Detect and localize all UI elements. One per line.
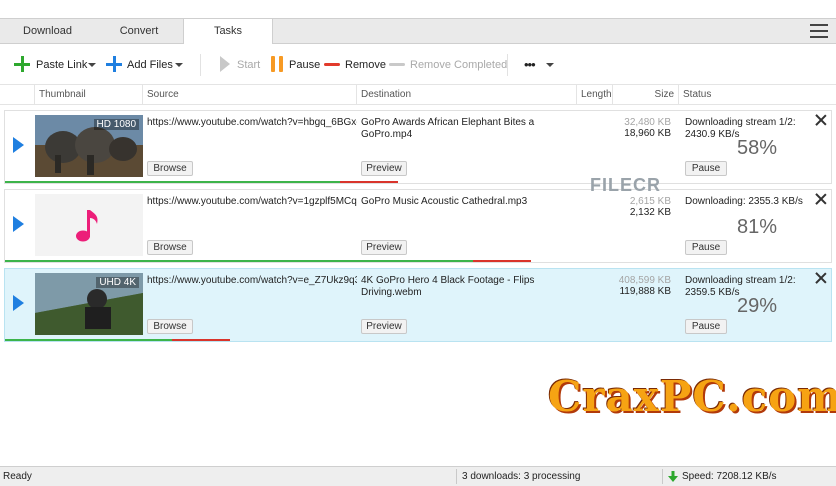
progress-bar <box>5 339 230 341</box>
video-thumbnail: UHD 4K <box>35 273 143 335</box>
tab-tasks[interactable]: Tasks <box>183 19 273 44</box>
status-ready: Ready <box>3 471 32 482</box>
size-total: 408,599 KB <box>618 275 671 286</box>
column-source[interactable]: Source <box>142 85 356 104</box>
play-task-icon[interactable] <box>13 137 24 153</box>
add-green-icon <box>14 56 30 72</box>
filecr-watermark: FILECR <box>590 175 661 195</box>
remove-icon <box>324 63 340 66</box>
task-status: Downloading: 2355.3 KB/s <box>685 196 803 207</box>
task-pause-button[interactable]: Pause <box>685 161 727 176</box>
column-size[interactable]: Size <box>612 85 678 104</box>
size-downloaded: 18,960 KB <box>624 128 671 139</box>
column-length[interactable]: Length <box>576 85 612 104</box>
close-icon[interactable] <box>815 272 827 284</box>
task-percent: 29% <box>737 295 778 317</box>
add-files-button[interactable]: Add Files <box>127 57 173 73</box>
download-speed-icon <box>668 471 678 482</box>
preview-button[interactable]: Preview <box>361 161 407 176</box>
task-row[interactable]: UHD 4K https://www.youtube.com/watch?v=e… <box>4 268 832 342</box>
status-divider <box>456 469 457 484</box>
task-row[interactable]: HD 1080 https://www.youtube.com/watch?v=… <box>4 110 832 184</box>
browse-button[interactable]: Browse <box>147 319 193 334</box>
start-button[interactable]: Start <box>237 57 260 73</box>
tab-convert[interactable]: Convert <box>95 19 183 43</box>
quality-badge: UHD 4K <box>96 277 139 288</box>
task-destination: 4K GoPro Hero 4 Black Footage - Flips Dr… <box>361 275 535 298</box>
task-pause-button[interactable]: Pause <box>685 319 727 334</box>
close-icon[interactable] <box>815 114 827 126</box>
start-icon <box>220 56 230 72</box>
toolbar: Paste Link Add Files Start Pause Remove … <box>0 44 836 85</box>
remove-completed-button[interactable]: Remove Completed <box>410 57 507 73</box>
paste-link-dropdown-icon[interactable] <box>88 63 96 67</box>
status-bar: Ready 3 downloads: 3 processing Speed: 7… <box>0 466 836 486</box>
size-downloaded: 119,888 KB <box>619 286 671 297</box>
add-files-dropdown-icon[interactable] <box>175 63 183 67</box>
task-row[interactable]: https://www.youtube.com/watch?v=1gzplf5M… <box>4 189 832 263</box>
play-task-icon[interactable] <box>13 295 24 311</box>
more-options-button[interactable]: ••• <box>524 57 536 73</box>
column-thumbnail[interactable]: Thumbnail <box>34 85 142 104</box>
column-status[interactable]: Status <box>678 85 836 104</box>
paste-link-button[interactable]: Paste Link <box>36 57 87 73</box>
task-percent: 81% <box>737 216 778 238</box>
toolbar-divider <box>200 54 201 76</box>
task-source-url: https://www.youtube.com/watch?v=e_Z7Ukz9… <box>147 275 357 286</box>
quality-badge: HD 1080 <box>93 119 139 130</box>
toolbar-divider <box>507 54 508 76</box>
close-icon[interactable] <box>815 193 827 205</box>
size-downloaded: 2,132 KB <box>629 207 671 218</box>
pause-button[interactable]: Pause <box>289 57 320 73</box>
add-blue-icon <box>106 56 122 72</box>
size-total: 32,480 KB <box>624 117 671 128</box>
preview-button[interactable]: Preview <box>361 319 407 334</box>
tab-download[interactable]: Download <box>0 19 95 43</box>
task-source-url: https://www.youtube.com/watch?v=1gzplf5M… <box>147 196 357 207</box>
task-list-header: Thumbnail Source Destination Length Size… <box>0 85 836 105</box>
status-downloads-count: 3 downloads: 3 processing <box>462 471 581 482</box>
more-dropdown-icon[interactable] <box>546 63 554 67</box>
craxpc-watermark: CraxPC.com <box>548 372 836 421</box>
progress-bar <box>5 260 531 262</box>
size-total: 2,615 KB <box>629 196 671 207</box>
audio-thumbnail <box>35 194 143 256</box>
music-note-icon <box>76 210 98 242</box>
remove-button[interactable]: Remove <box>345 57 386 73</box>
video-thumbnail: HD 1080 <box>35 115 143 177</box>
tab-bar: Download Convert Tasks <box>0 19 836 44</box>
play-task-icon[interactable] <box>13 216 24 232</box>
status-speed: Speed: 7208.12 KB/s <box>682 471 777 482</box>
browse-button[interactable]: Browse <box>147 240 193 255</box>
task-pause-button[interactable]: Pause <box>685 240 727 255</box>
column-destination[interactable]: Destination <box>356 85 576 104</box>
browse-button[interactable]: Browse <box>147 161 193 176</box>
status-divider <box>662 469 663 484</box>
remove-completed-icon <box>389 63 405 66</box>
progress-bar <box>5 181 398 183</box>
task-destination: GoPro Music Acoustic Cathedral.mp3 <box>361 196 528 207</box>
hamburger-menu-icon[interactable] <box>810 24 828 38</box>
preview-button[interactable]: Preview <box>361 240 407 255</box>
task-destination: GoPro Awards African Elephant Bites a Go… <box>361 117 535 140</box>
task-percent: 58% <box>737 137 778 159</box>
task-source-url: https://www.youtube.com/watch?v=hbgq_6BG… <box>147 117 357 128</box>
pause-icon <box>270 56 284 72</box>
